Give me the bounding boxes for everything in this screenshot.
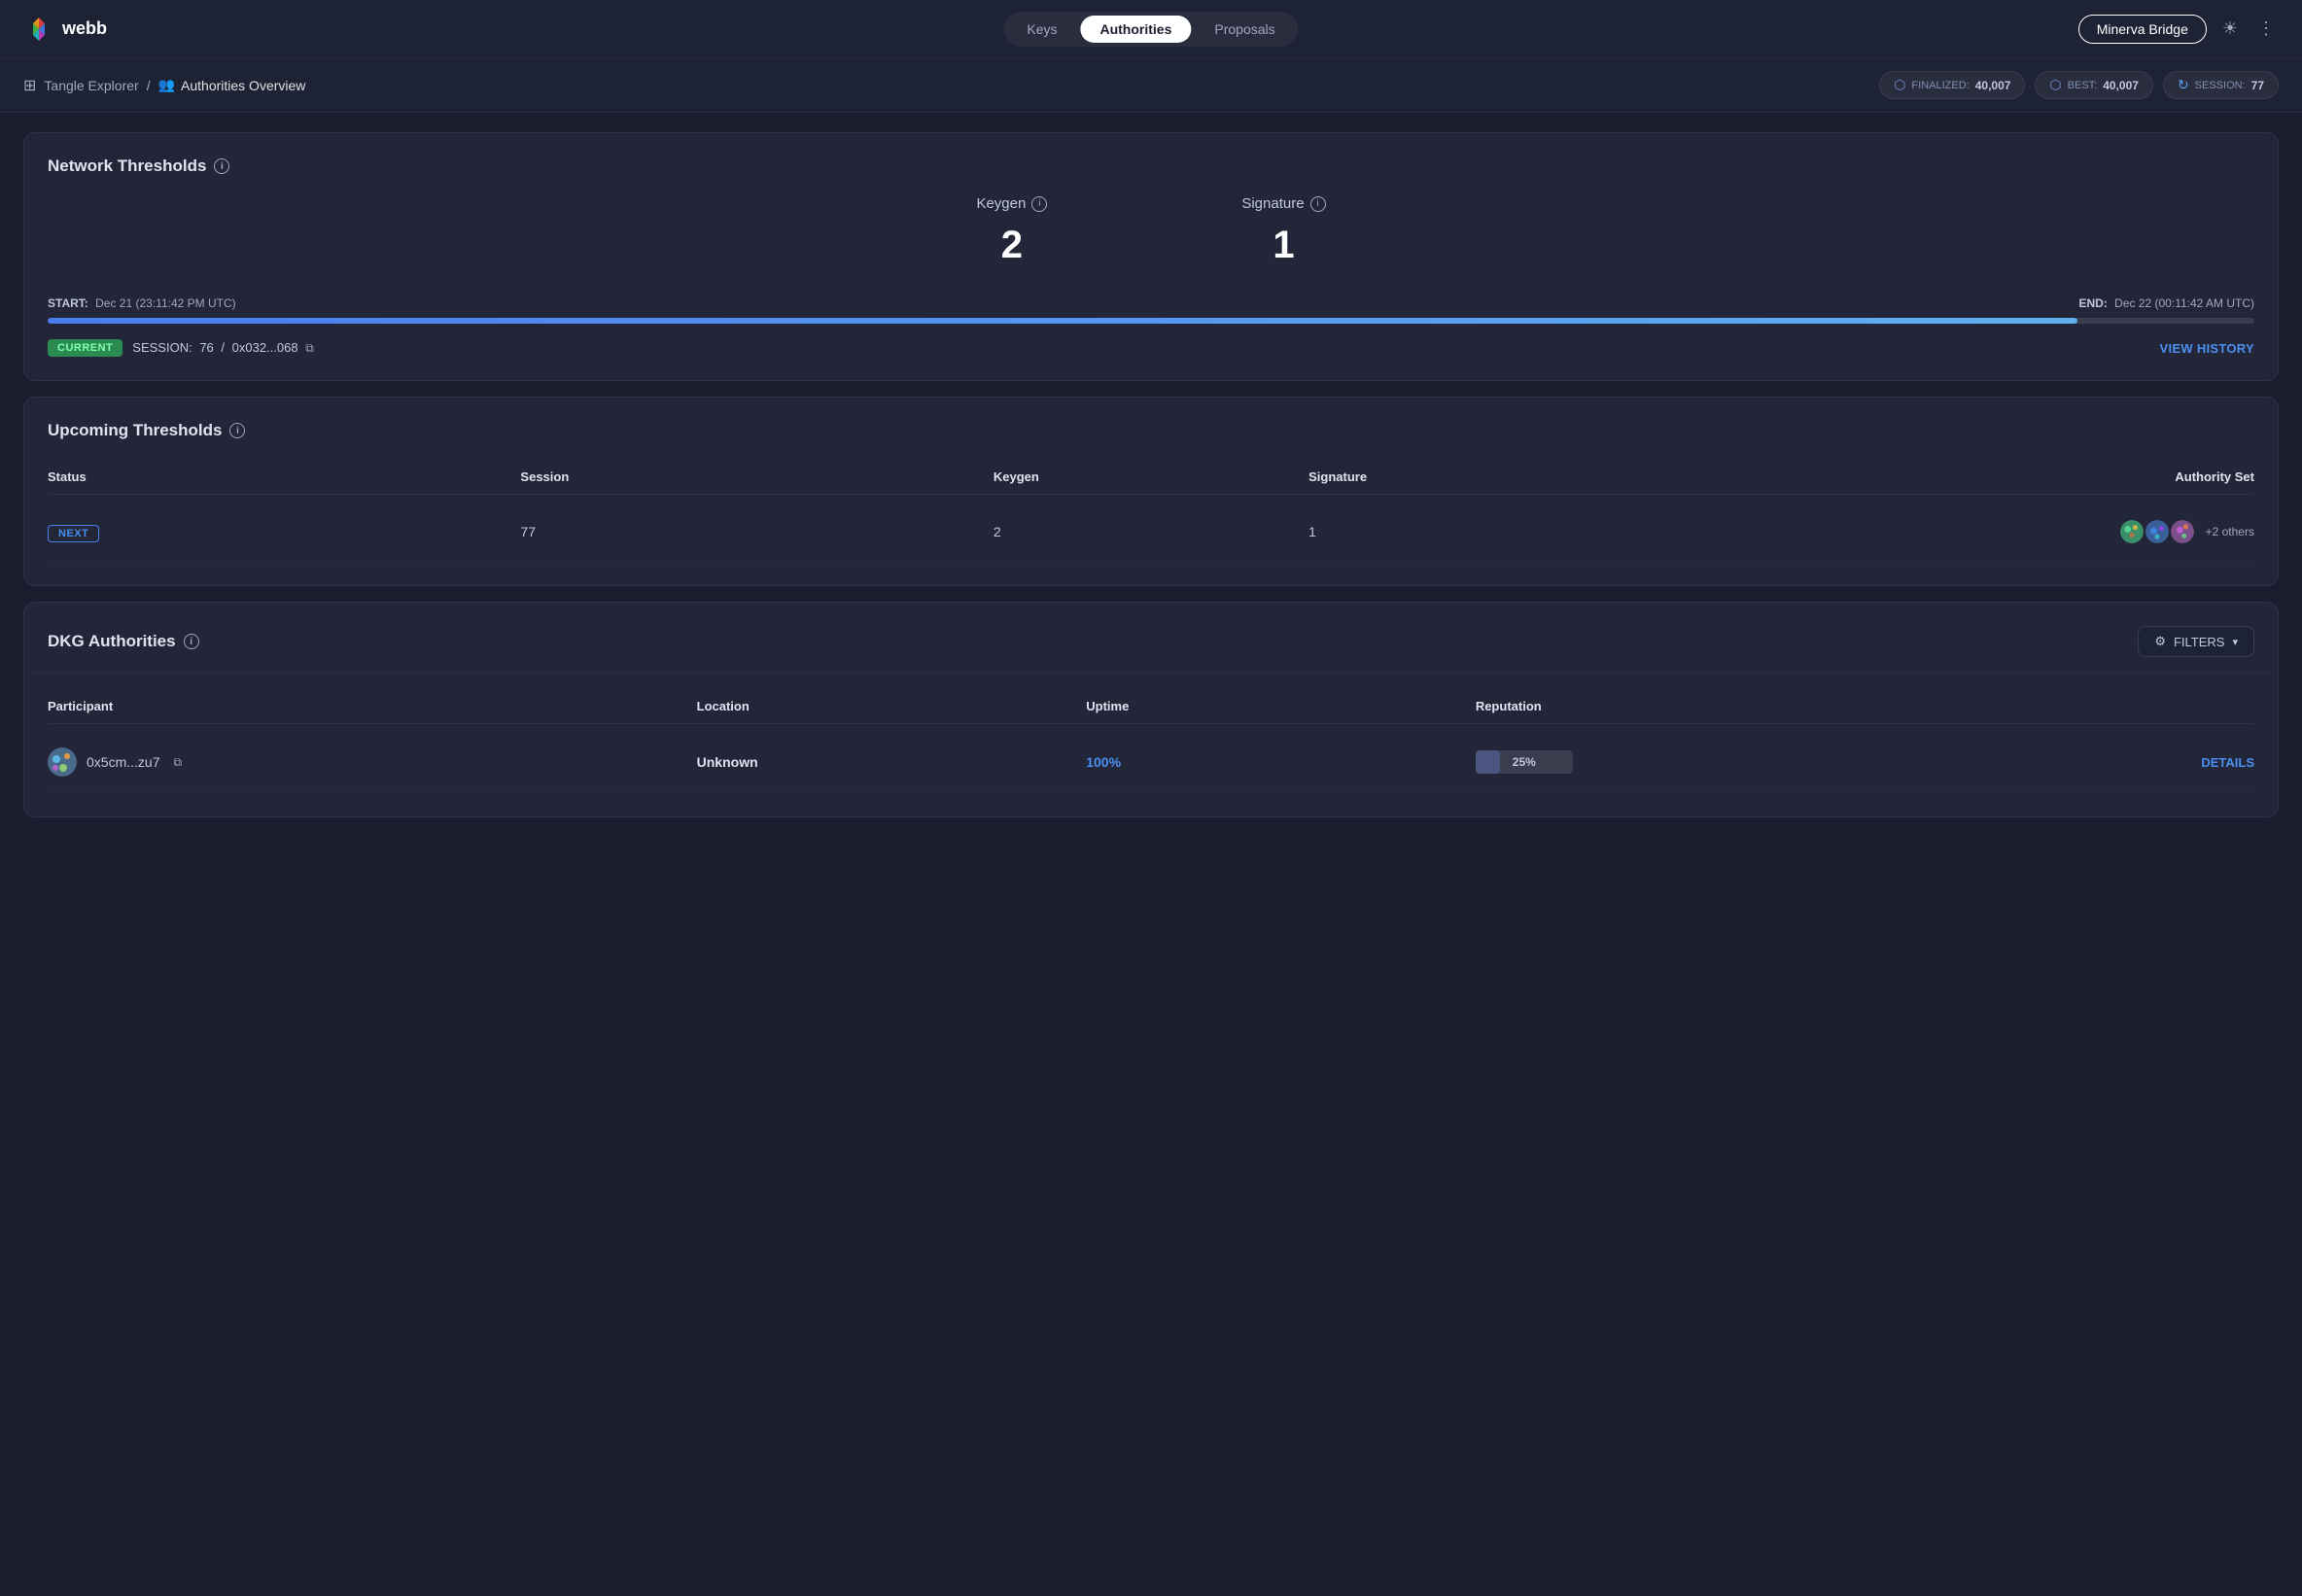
- row-authority-set: +2 others: [1623, 518, 2254, 545]
- divider: [24, 673, 2278, 674]
- best-stat: ⬡ BEST: 40,007: [2035, 71, 2153, 99]
- keygen-threshold: Keygen i 2: [976, 195, 1047, 267]
- session-left: CURRENT SESSION: 76 / 0x032...068 ⧉: [48, 339, 314, 357]
- tab-authorities[interactable]: Authorities: [1080, 16, 1191, 43]
- details-button[interactable]: DETAILS: [2201, 755, 2254, 770]
- table-row: NEXT 77 2 1: [48, 503, 2254, 562]
- keygen-value: 2: [976, 224, 1047, 267]
- bridge-button[interactable]: Minerva Bridge: [2078, 15, 2207, 44]
- filters-button[interactable]: ⚙ FILTERS ▾: [2138, 626, 2254, 657]
- row-session: 77: [520, 524, 993, 539]
- end-date: END: Dec 22 (00:11:42 AM UTC): [2078, 296, 2254, 310]
- session-info: CURRENT SESSION: 76 / 0x032...068 ⧉ VIEW…: [48, 339, 2254, 357]
- breadcrumb: ⊞ Tangle Explorer / 👥 Authorities Overvi…: [23, 76, 305, 95]
- dkg-col-location: Location: [697, 699, 1087, 713]
- dkg-col-uptime: Uptime: [1086, 699, 1476, 713]
- thresholds-grid: Keygen i 2 Signature i 1: [48, 195, 2254, 267]
- dkg-col-reputation: Reputation: [1476, 699, 1995, 713]
- row-status: NEXT: [48, 524, 520, 539]
- tab-keys[interactable]: Keys: [1007, 16, 1076, 43]
- keygen-label: Keygen i: [976, 195, 1047, 212]
- network-thresholds-info-icon[interactable]: i: [214, 158, 229, 174]
- signature-value: 1: [1241, 224, 1325, 267]
- menu-button[interactable]: ⋮: [2253, 15, 2279, 43]
- row-keygen: 2: [994, 524, 1308, 539]
- session-dates: START: Dec 21 (23:11:42 PM UTC) END: Dec…: [48, 296, 2254, 310]
- col-authority-set: Authority Set: [1623, 469, 2254, 484]
- dkg-info-icon[interactable]: i: [184, 634, 199, 649]
- dkg-details: DETAILS: [1995, 755, 2254, 770]
- participant-avatar: [48, 747, 77, 777]
- breadcrumb-stats: ⬡ FINALIZED: 40,007 ⬡ BEST: 40,007 ↻ SES…: [1879, 71, 2279, 99]
- avatar-3: [2169, 518, 2196, 545]
- authorities-icon: 👥: [158, 77, 175, 93]
- main-content: Network Thresholds i Keygen i 2 Signatur…: [0, 113, 2302, 837]
- col-keygen: Keygen: [994, 469, 1308, 484]
- col-status: Status: [48, 469, 520, 484]
- dkg-authorities-header: DKG Authorities i ⚙ FILTERS ▾: [48, 626, 2254, 657]
- dkg-uptime: 100%: [1086, 754, 1476, 770]
- nav-tabs: Keys Authorities Proposals: [1003, 12, 1298, 47]
- upcoming-thresholds-card: Upcoming Thresholds i Status Session Key…: [23, 397, 2279, 586]
- dkg-location: Unknown: [697, 754, 1087, 770]
- copy-participant-icon[interactable]: ⧉: [173, 755, 182, 770]
- tab-proposals[interactable]: Proposals: [1195, 16, 1294, 43]
- next-badge: NEXT: [48, 525, 99, 542]
- dkg-col-participant: Participant: [48, 699, 697, 713]
- keygen-info-icon[interactable]: i: [1031, 196, 1047, 212]
- logo-text: webb: [62, 18, 107, 39]
- upcoming-thresholds-info-icon[interactable]: i: [229, 423, 245, 438]
- chevron-down-icon: ▾: [2232, 636, 2238, 648]
- network-thresholds-card: Network Thresholds i Keygen i 2 Signatur…: [23, 132, 2279, 381]
- dkg-col-actions: [1995, 699, 2254, 713]
- dkg-table-header: Participant Location Uptime Reputation: [48, 689, 2254, 724]
- breadcrumb-separator: /: [147, 78, 151, 93]
- col-session: Session: [520, 469, 993, 484]
- dkg-participant: 0x5cm...zu7 ⧉: [48, 747, 697, 777]
- header: webb Keys Authorities Proposals Minerva …: [0, 0, 2302, 58]
- logo-icon: [23, 14, 54, 45]
- row-signature: 1: [1308, 524, 1623, 539]
- session-icon: ↻: [2178, 77, 2189, 93]
- theme-toggle[interactable]: ☀: [2218, 15, 2242, 43]
- reputation-text: 25%: [1476, 750, 1573, 774]
- view-history-button[interactable]: VIEW HISTORY: [2159, 341, 2254, 356]
- upcoming-thresholds-title: Upcoming Thresholds i: [48, 421, 2254, 440]
- header-right: Minerva Bridge ☀ ⋮: [2078, 15, 2279, 44]
- breadcrumb-current: 👥 Authorities Overview: [158, 77, 306, 93]
- reputation-bar: 25%: [1476, 750, 1573, 774]
- dkg-authorities-title: DKG Authorities i: [48, 632, 199, 651]
- session-text: SESSION: 76 / 0x032...068 ⧉: [132, 340, 314, 356]
- dkg-authorities-card: DKG Authorities i ⚙ FILTERS ▾ Participan…: [23, 602, 2279, 817]
- session-progress-fill: [48, 318, 2077, 324]
- current-badge: CURRENT: [48, 339, 122, 357]
- upcoming-table-header: Status Session Keygen Signature Authorit…: [48, 460, 2254, 495]
- finalized-stat: ⬡ FINALIZED: 40,007: [1879, 71, 2025, 99]
- breadcrumb-icon: ⊞: [23, 76, 36, 95]
- logo: webb: [23, 14, 107, 45]
- cube-icon-best: ⬡: [2049, 77, 2061, 93]
- others-count: +2 others: [2206, 525, 2254, 538]
- filters-icon: ⚙: [2154, 634, 2166, 649]
- session-stat: ↻ SESSION: 77: [2163, 71, 2279, 99]
- avatar-1: [2118, 518, 2145, 545]
- cube-icon-finalized: ⬡: [1894, 77, 1905, 93]
- breadcrumb-root[interactable]: Tangle Explorer: [44, 78, 138, 93]
- dkg-reputation: 25%: [1476, 750, 1995, 774]
- signature-info-icon[interactable]: i: [1310, 196, 1326, 212]
- col-signature: Signature: [1308, 469, 1623, 484]
- signature-threshold: Signature i 1: [1241, 195, 1325, 267]
- avatar-2: [2144, 518, 2171, 545]
- copy-hash-icon[interactable]: ⧉: [305, 341, 314, 355]
- session-progress-bar: [48, 318, 2254, 324]
- start-date: START: Dec 21 (23:11:42 PM UTC): [48, 296, 236, 310]
- network-thresholds-title: Network Thresholds i: [48, 156, 2254, 176]
- breadcrumb-bar: ⊞ Tangle Explorer / 👥 Authorities Overvi…: [0, 58, 2302, 113]
- signature-label: Signature i: [1241, 195, 1325, 212]
- dkg-table-row: 0x5cm...zu7 ⧉ Unknown 100% 25% DETAILS: [48, 732, 2254, 793]
